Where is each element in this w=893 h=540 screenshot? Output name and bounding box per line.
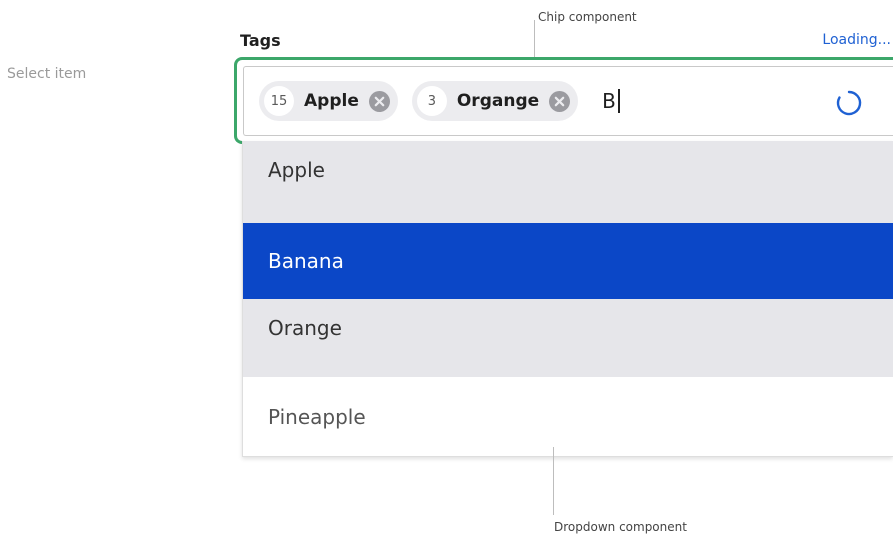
chip-component-annotation: Chip component [538,10,637,24]
chip-count-badge: 3 [416,86,447,116]
dropdown-option-apple[interactable]: Apple [243,141,893,223]
tags-input[interactable]: 15 Apple 3 Organge B [243,66,893,136]
typed-text[interactable]: B [602,89,620,113]
field-label: Tags [240,31,281,50]
dropdown-component-annotation: Dropdown component [554,520,687,534]
chip-apple: 15 Apple [259,81,398,121]
dropdown-annotation-leader-line [553,447,554,515]
typed-value: B [602,89,616,113]
text-caret [617,89,620,113]
select-item-label: Select item [7,66,87,82]
dropdown-option-orange[interactable]: Orange [243,299,893,377]
chip-label: Organge [456,91,540,111]
close-circle-icon[interactable] [549,90,571,112]
chip-label: Apple [304,91,359,111]
tags-input-focus-ring: 15 Apple 3 Organge B [234,57,893,144]
chip-orange: 3 Organge [411,81,579,121]
dropdown-list: Apple Banana Orange Pineapple [242,141,893,457]
close-circle-icon[interactable] [368,90,390,112]
stage: Select item Chip component Tags Loading.… [0,0,893,540]
loading-spinner-icon [836,90,862,116]
chip-count-badge: 15 [264,86,294,116]
dropdown-option-pineapple[interactable]: Pineapple [243,377,893,456]
loading-status: Loading... [822,32,891,48]
dropdown-option-banana[interactable]: Banana [243,223,893,299]
